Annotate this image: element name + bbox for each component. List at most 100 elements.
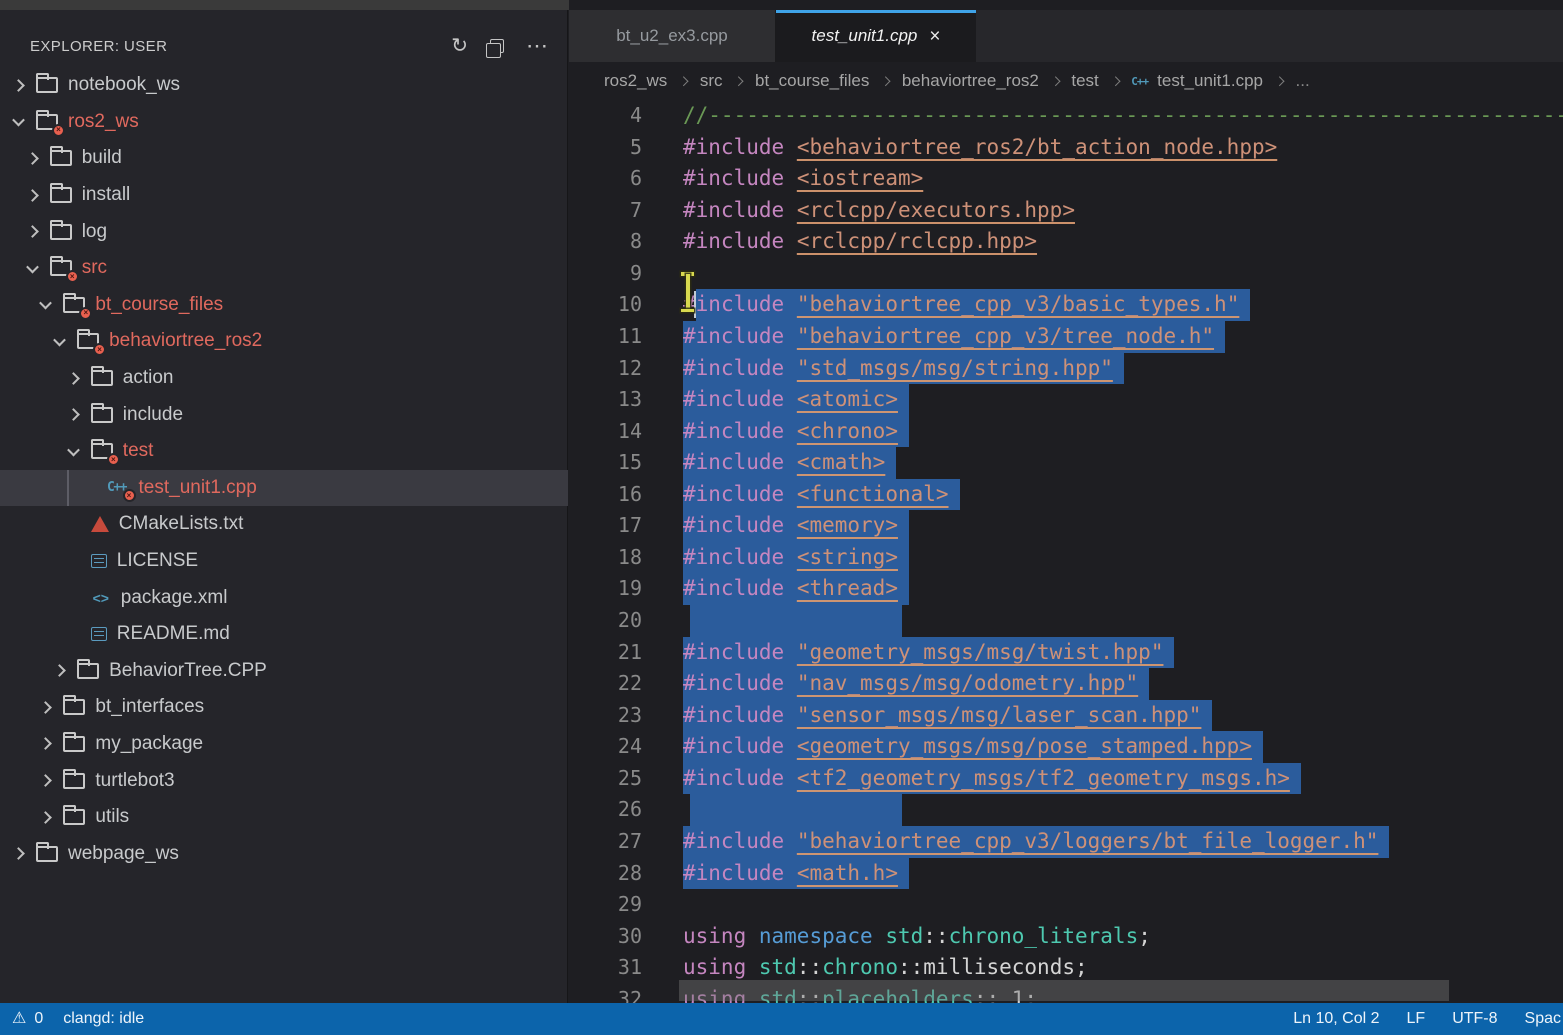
line-number: 16: [569, 479, 642, 511]
code-line-16[interactable]: 16#include <functional>: [569, 479, 1563, 511]
code-line-10[interactable]: 10#include "behaviortree_cpp_v3/basic_ty…: [569, 289, 1563, 321]
more-actions-icon[interactable]: ⋯: [526, 36, 549, 56]
folder-icon: [91, 370, 113, 386]
code-line-27[interactable]: 27#include "behaviortree_cpp_v3/loggers/…: [569, 826, 1563, 858]
breadcrumb-item-bt-course-files[interactable]: bt_course_files: [755, 71, 869, 91]
code-line-29[interactable]: 29: [569, 889, 1563, 921]
tree-item-notebook-ws[interactable]: notebook_ws: [0, 67, 568, 104]
tree-item-icon-wrap: [91, 407, 113, 423]
tree-item-utils[interactable]: utils: [0, 799, 568, 836]
breadcrumb-item-ros2-ws[interactable]: ros2_ws: [604, 71, 667, 91]
code-line-20[interactable]: 20: [569, 605, 1563, 637]
duplicate-icon[interactable]: [490, 39, 504, 53]
code-line-11[interactable]: 11#include "behaviortree_cpp_v3/tree_nod…: [569, 321, 1563, 353]
line-content: #include <rclcpp/executors.hpp>: [642, 195, 1075, 227]
code-line-26[interactable]: 26: [569, 794, 1563, 826]
indent-indicator[interactable]: Spac: [1525, 1010, 1561, 1028]
clangd-status[interactable]: clangd: idle: [63, 1010, 144, 1028]
tree-item-include[interactable]: include: [0, 396, 568, 433]
folder-icon: [36, 846, 58, 862]
code-token: ::: [898, 955, 923, 979]
code-line-4[interactable]: 4//-------------------------------------…: [569, 100, 1563, 132]
tree-item-cmakelists-txt[interactable]: CMakeLists.txt: [0, 506, 568, 543]
tree-item-test-unit1-cpp[interactable]: C++×test_unit1.cpp: [0, 470, 568, 507]
refresh-icon[interactable]: ↻: [451, 36, 468, 56]
line-col-indicator[interactable]: Ln 10, Col 2: [1293, 1010, 1379, 1028]
code-line-7[interactable]: 7#include <rclcpp/executors.hpp>: [569, 195, 1563, 227]
tree-item-my-package[interactable]: my_package: [0, 726, 568, 763]
explorer-header: EXPLORER: USER ↻ ⋯: [0, 24, 567, 68]
breadcrumb-item-behaviortree-ros2[interactable]: behaviortree_ros2: [902, 71, 1039, 91]
code-line-15[interactable]: 15#include <cmath>: [569, 447, 1563, 479]
breadcrumb-item-test[interactable]: test: [1071, 71, 1098, 91]
code-line-5[interactable]: 5#include <behaviortree_ros2/bt_action_n…: [569, 132, 1563, 164]
folder-icon: [91, 407, 113, 423]
code-line-23[interactable]: 23#include "sensor_msgs/msg/laser_scan.h…: [569, 700, 1563, 732]
problems-indicator[interactable]: ⚠ 0: [12, 1010, 43, 1028]
horizontal-scrollbar[interactable]: [679, 980, 1449, 1001]
tab-test-unit1-cpp[interactable]: test_unit1.cpp ×: [776, 10, 976, 62]
tab-label: test_unit1.cpp: [812, 26, 918, 46]
tree-item-behaviortree-cpp[interactable]: BehaviorTree.CPP: [0, 653, 568, 690]
breadcrumb-item-test-unit1-cpp[interactable]: test_unit1.cpp: [1157, 71, 1263, 91]
tree-item-icon-wrap: [91, 627, 107, 641]
line-content: [642, 794, 902, 826]
tree-item-webpage-ws[interactable]: webpage_ws: [0, 835, 568, 872]
encoding-indicator[interactable]: UTF-8: [1452, 1010, 1497, 1028]
code-line-22[interactable]: 22#include "nav_msgs/msg/odometry.hpp": [569, 668, 1563, 700]
code-line-18[interactable]: 18#include <string>: [569, 542, 1563, 574]
code-line-24[interactable]: 24#include <geometry_msgs/msg/pose_stamp…: [569, 731, 1563, 763]
code-line-30[interactable]: 30using namespace std::chrono_literals;: [569, 921, 1563, 953]
code-line-21[interactable]: 21#include "geometry_msgs/msg/twist.hpp": [569, 637, 1563, 669]
code-line-8[interactable]: 8#include <rclcpp/rclcpp.hpp>: [569, 226, 1563, 258]
tree-item-log[interactable]: log: [0, 213, 568, 250]
breadcrumb-item-src[interactable]: src: [700, 71, 723, 91]
code-token: [784, 513, 797, 537]
code-token: [784, 292, 797, 316]
problem-badge: ×: [66, 270, 79, 283]
code-token: <thread>: [797, 576, 898, 600]
code-token: #include: [683, 576, 784, 600]
tree-item-bt-interfaces[interactable]: bt_interfaces: [0, 689, 568, 726]
selection-highlight: #include <cmath>: [683, 447, 896, 479]
tree-item-test[interactable]: ×test: [0, 433, 568, 470]
tree-item-turtlebot3[interactable]: turtlebot3: [0, 762, 568, 799]
chevron-down-icon: [53, 334, 66, 347]
code-line-19[interactable]: 19#include <thread>: [569, 573, 1563, 605]
tree-item-bt-course-files[interactable]: ×bt_course_files: [0, 287, 568, 324]
tree-item-build[interactable]: build: [0, 140, 568, 177]
line-number: 6: [569, 163, 642, 195]
tree-item-src[interactable]: ×src: [0, 250, 568, 287]
code-line-12[interactable]: 12#include "std_msgs/msg/string.hpp": [569, 353, 1563, 385]
tree-item-label: CMakeLists.txt: [119, 513, 244, 535]
tree-item-label: test: [123, 440, 154, 462]
code-editor[interactable]: 4//-------------------------------------…: [569, 100, 1563, 1003]
close-icon[interactable]: ×: [929, 27, 940, 46]
tree-item-ros2-ws[interactable]: ×ros2_ws: [0, 104, 568, 141]
line-number: 11: [569, 321, 642, 353]
tree-item-readme-md[interactable]: README.md: [0, 616, 568, 653]
line-content: #include "geometry_msgs/msg/twist.hpp": [642, 637, 1174, 669]
breadcrumb-item--[interactable]: ...: [1296, 71, 1310, 91]
tree-item-install[interactable]: install: [0, 177, 568, 214]
line-content: #include <math.h>: [642, 858, 909, 890]
code-line-6[interactable]: 6#include <iostream>: [569, 163, 1563, 195]
code-line-13[interactable]: 13#include <atomic>: [569, 384, 1563, 416]
code-line-14[interactable]: 14#include <chrono>: [569, 416, 1563, 448]
tree-item-behaviortree-ros2[interactable]: ×behaviortree_ros2: [0, 323, 568, 360]
code-line-25[interactable]: 25#include <tf2_geometry_msgs/tf2_geomet…: [569, 763, 1563, 795]
file-tree: notebook_ws×ros2_wsbuildinstalllog×src×b…: [0, 67, 568, 872]
code-line-17[interactable]: 17#include <memory>: [569, 510, 1563, 542]
tree-item-package-xml[interactable]: <>package.xml: [0, 579, 568, 616]
line-content: #include <atomic>: [642, 384, 909, 416]
tree-item-label: action: [123, 367, 174, 389]
tab-bt-u2-ex3-cpp[interactable]: bt_u2_ex3.cpp: [569, 10, 776, 62]
tree-item-action[interactable]: action: [0, 360, 568, 397]
tree-item-license[interactable]: LICENSE: [0, 543, 568, 580]
tree-item-label: my_package: [95, 733, 203, 755]
eol-indicator[interactable]: LF: [1407, 1010, 1426, 1028]
tree-item-label: ros2_ws: [68, 111, 139, 133]
code-line-28[interactable]: 28#include <math.h>: [569, 858, 1563, 890]
selection-highlight: #include <memory>: [683, 510, 909, 542]
code-line-9[interactable]: 9: [569, 258, 1563, 290]
